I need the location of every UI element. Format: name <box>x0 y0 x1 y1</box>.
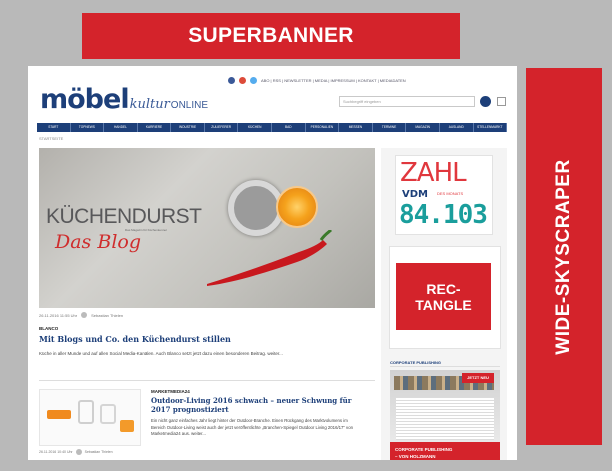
zahl-monat: DES MONATS <box>437 191 464 196</box>
search-input[interactable]: Suchbegriff eingeben <box>339 96 475 107</box>
zahl-des-monats-box[interactable]: ZAHL VDM DES MONATS 84.103 <box>395 155 493 235</box>
article2-author[interactable]: Sebastian Thielen <box>85 450 113 454</box>
logo-main: möbel <box>40 84 130 115</box>
facebook-icon[interactable] <box>228 77 235 84</box>
sidebar: ZAHL VDM DES MONATS 84.103 REC- TANGLE C… <box>381 148 507 460</box>
nav-item[interactable]: KÜCHEN <box>238 123 273 132</box>
orange-graphic <box>276 186 318 228</box>
author-avatar <box>75 449 82 455</box>
article-category: BLANCO <box>39 326 59 331</box>
nav-item[interactable]: PERSONALIEN <box>306 123 340 132</box>
zahl-vdm: VDM <box>402 189 428 200</box>
hero-title: KÜCHENDURST <box>46 205 202 228</box>
twitter-icon[interactable] <box>250 77 257 84</box>
jetzt-neu-badge: JETZT NEU <box>462 373 494 383</box>
search-icon[interactable] <box>480 96 491 107</box>
nav-item[interactable]: STELLENMARKT <box>474 123 508 132</box>
article-date: 26.11.2016 11:55 Uhr <box>39 312 78 318</box>
thumb-chair <box>78 400 94 424</box>
wide-skyscraper-ad[interactable]: WIDE-SKYSCRAPER <box>526 68 602 445</box>
article-divider <box>39 380 375 381</box>
zahl-number: 84.103 <box>399 200 488 230</box>
superbanner-label: SUPERBANNER <box>188 24 354 47</box>
breadcrumb[interactable]: STARTSEITE <box>39 136 63 141</box>
thumb-orange-lounger <box>47 410 71 419</box>
nav-item[interactable]: TOPNEWS <box>71 123 105 132</box>
nav-item[interactable]: START <box>37 123 71 132</box>
paper-stack-graphic <box>396 398 494 440</box>
thumb-chair <box>100 404 116 424</box>
superbanner-ad[interactable]: SUPERBANNER <box>82 13 460 59</box>
nav-item[interactable]: HANDEL <box>104 123 138 132</box>
nav-item[interactable]: KARRIERE <box>138 123 172 132</box>
print-icon[interactable] <box>497 97 506 106</box>
article2-meta: 26.11.2016 10:40 Uhr Sebastian Thielen <box>39 449 113 455</box>
nav-item[interactable]: MAGAZIN <box>406 123 440 132</box>
nav-item[interactable]: BAD <box>272 123 306 132</box>
logo-online: ONLINE <box>170 100 209 111</box>
article2-category: MARKETMEDIA24 <box>151 389 190 394</box>
site-logo[interactable]: möbel kultur ONLINE <box>40 84 208 115</box>
top-links[interactable]: ABO | RSS | NEWSLETTER | MEDIA | IMPRESS… <box>261 78 406 83</box>
corporate-divider <box>390 366 500 367</box>
hero-image[interactable]: KÜCHENDURST Das Magazin für Küchenkenner… <box>39 148 375 308</box>
article-meta: 26.11.2016 11:55 Uhr Sebastian Thielen <box>39 312 123 318</box>
article-title[interactable]: Mit Blogs und Co. den Küchendurst stille… <box>39 334 231 344</box>
corporate-publishing-label: CORPORATE PUBLISHING <box>390 360 442 365</box>
nav-item[interactable]: ZULIEFERER <box>205 123 239 132</box>
wide-skyscraper-label: WIDE-SKYSCRAPER <box>553 158 574 355</box>
article-teaser: Küche in aller Munde und auf allen Socia… <box>39 351 283 356</box>
article2-date: 26.11.2016 10:40 Uhr <box>39 450 73 454</box>
corporate-publishing-banner: CORPORATE PUBLISHING – VON HOLZMANN <box>390 442 500 460</box>
thumb-orange-table <box>120 420 134 432</box>
nav-item[interactable]: AUSLAND <box>440 123 474 132</box>
corporate-publishing-image[interactable]: JETZT NEU CORPORATE PUBLISHING – VON HOL… <box>390 370 500 460</box>
main-navigation: START TOPNEWS HANDEL KARRIERE INDUSTRIE ZULIE… <box>37 123 508 132</box>
logo-kultur: kultur <box>129 97 170 112</box>
zahl-title: ZAHL <box>400 158 467 188</box>
rectangle-label: REC- TANGLE <box>415 280 472 313</box>
article2-teaser: Ein nicht ganz einfaches Jahr liegt hint… <box>151 418 353 436</box>
rectangle-ad[interactable]: REC- TANGLE <box>396 263 491 330</box>
google-plus-icon[interactable] <box>239 77 246 84</box>
chili-graphic <box>207 230 333 286</box>
nav-item[interactable]: MESSEN <box>339 123 373 132</box>
top-links-bar: ABO | RSS | NEWSLETTER | MEDIA | IMPRESS… <box>228 77 406 84</box>
article2-title[interactable]: Outdoor-Living 2016 schwach – neuer Schw… <box>151 396 371 414</box>
article-author[interactable]: Sebastian Thielen <box>91 313 123 318</box>
article-thumbnail[interactable] <box>39 389 141 446</box>
nav-item[interactable]: TERMINE <box>373 123 407 132</box>
author-avatar <box>81 312 88 318</box>
hero-blog-script: Das Blog <box>55 231 141 253</box>
nav-item[interactable]: INDUSTRIE <box>171 123 205 132</box>
website-preview: ABO | RSS | NEWSLETTER | MEDIA | IMPRESS… <box>28 66 517 460</box>
